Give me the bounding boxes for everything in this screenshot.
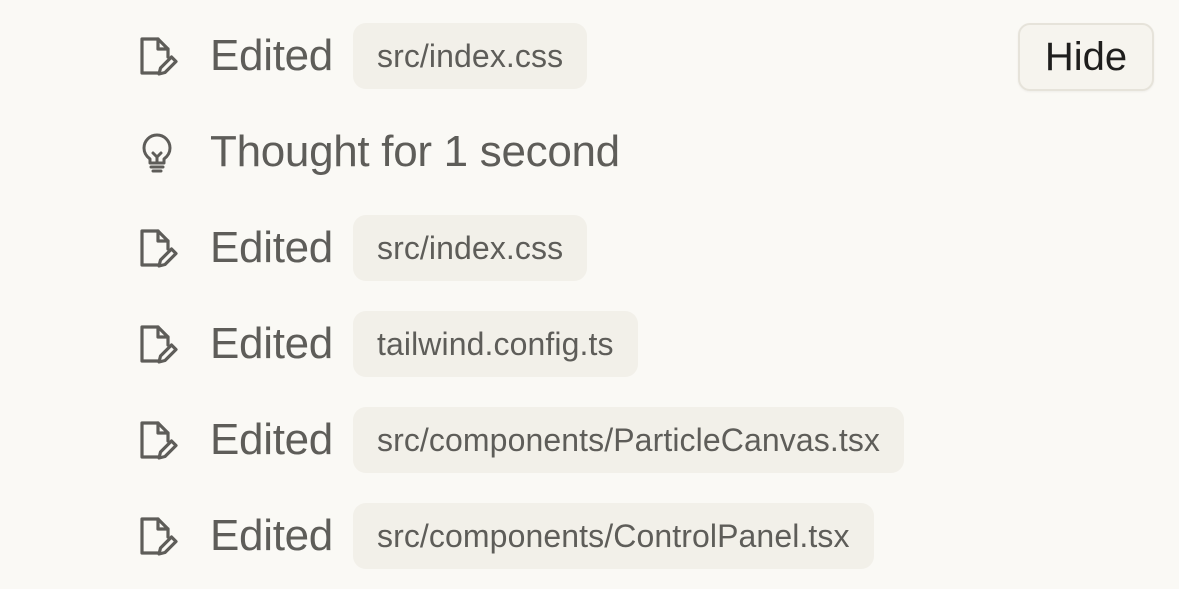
- lightbulb-icon: [136, 131, 178, 173]
- activity-list: Edited src/index.css Thought for 1 secon…: [0, 0, 1179, 589]
- step-label: Edited: [210, 415, 333, 464]
- file-edit-icon: [136, 419, 178, 461]
- file-chip[interactable]: src/components/ControlPanel.tsx: [352, 503, 874, 569]
- file-edit-icon: [136, 515, 178, 557]
- thought-step-row: Thought for 1 second: [136, 119, 620, 185]
- file-edit-icon: [136, 35, 178, 77]
- step-label: Edited: [210, 223, 333, 272]
- step-label: Edited: [210, 31, 333, 80]
- edit-step-row: Edited src/index.css: [136, 23, 588, 89]
- edit-step-row: Edited tailwind.config.ts: [136, 311, 638, 377]
- thought-label[interactable]: Thought for 1 second: [210, 130, 620, 174]
- edit-step-row: Edited src/index.css: [136, 215, 588, 281]
- edit-step-row: Edited src/components/ControlPanel.tsx: [136, 503, 874, 569]
- file-chip[interactable]: src/components/ParticleCanvas.tsx: [352, 407, 905, 473]
- file-chip[interactable]: src/index.css: [352, 23, 588, 89]
- edit-step-row: Edited src/components/ParticleCanvas.tsx: [136, 407, 905, 473]
- file-chip[interactable]: tailwind.config.ts: [352, 311, 638, 377]
- hide-button[interactable]: Hide: [1018, 23, 1154, 91]
- step-label: Edited: [210, 511, 333, 560]
- file-chip[interactable]: src/index.css: [352, 215, 588, 281]
- step-label: Edited: [210, 319, 333, 368]
- file-edit-icon: [136, 227, 178, 269]
- file-edit-icon: [136, 323, 178, 365]
